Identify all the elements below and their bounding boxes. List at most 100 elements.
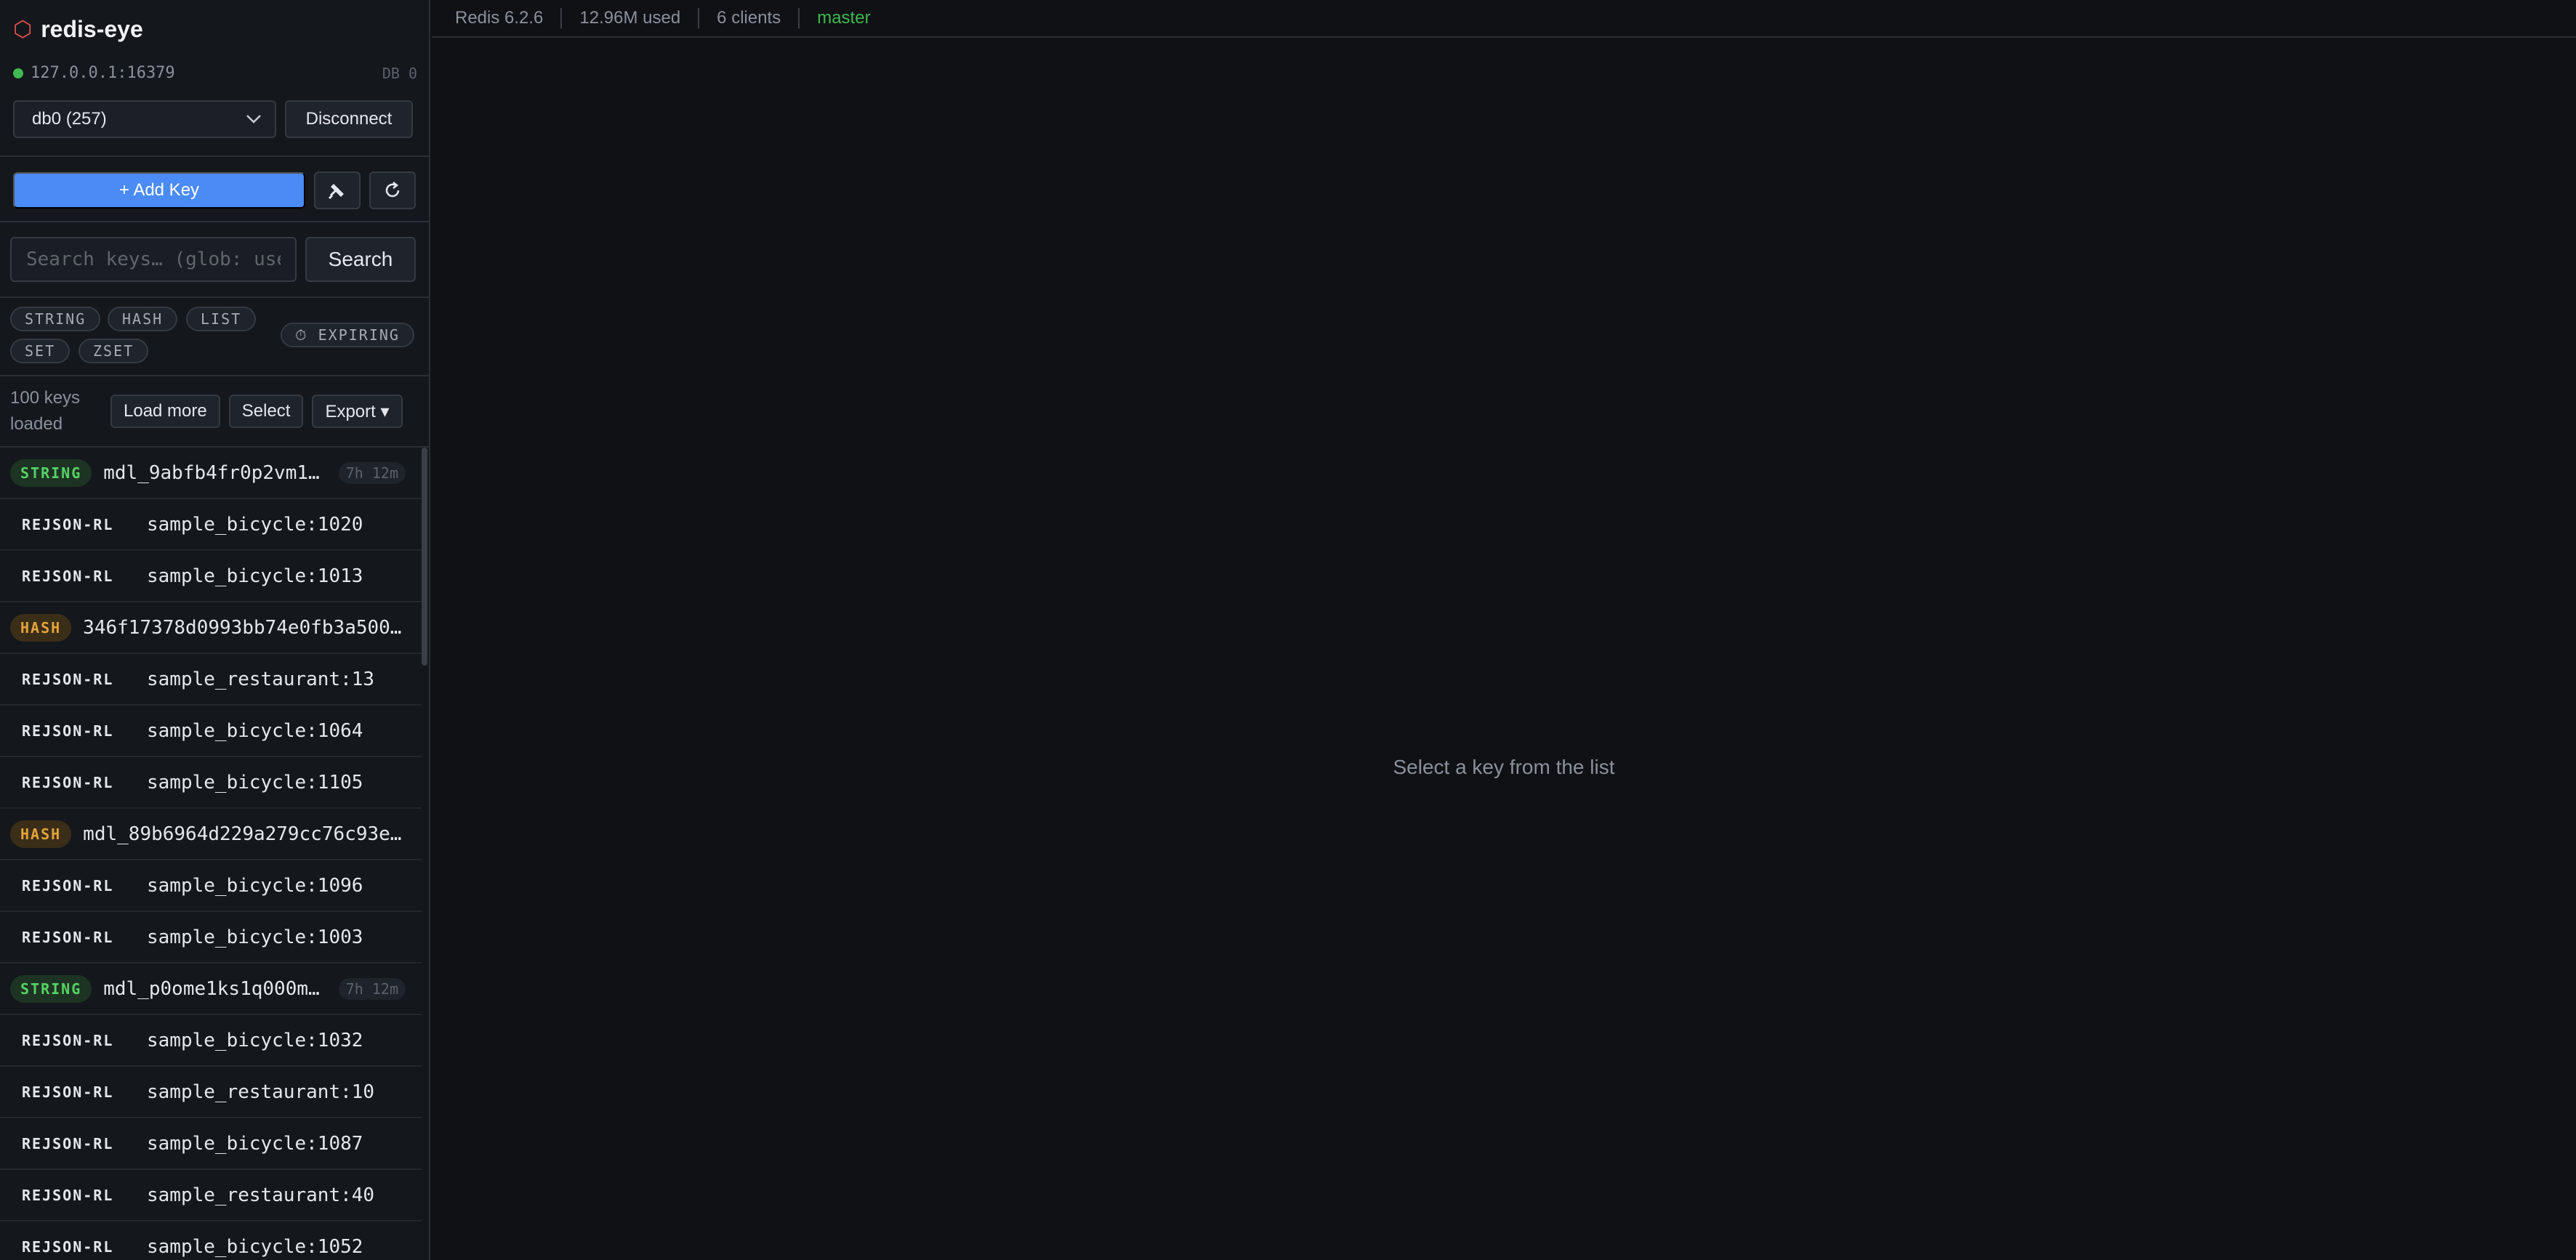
key-list-item[interactable]: REJSON-RL sample_bicycle:1003 [0,912,422,964]
key-list-item[interactable]: REJSON-RL sample_restaurant:10 [0,1067,422,1118]
key-type-badge: REJSON-RL [22,1186,114,1204]
key-name: sample_bicycle:1003 [147,926,363,948]
key-type-badge: REJSON-RL [22,1237,114,1256]
db-select-value: db0 (257) [32,109,107,129]
redis-version: Redis 6.2.6 [455,8,544,28]
divider [0,156,429,157]
divider [0,221,429,222]
search-input[interactable] [10,237,297,282]
key-name: mdl_89b6964d229a279cc76c93e… [83,823,402,845]
key-list-item[interactable]: HASH mdl_89b6964d229a279cc76c93e… [0,809,422,860]
key-name: sample_bicycle:1087 [147,1132,363,1155]
key-name: mdl_9abfb4fr0p2vm1… [103,461,320,484]
divider [0,375,429,376]
key-list-item[interactable]: REJSON-RL sample_bicycle:1020 [0,499,422,551]
client-count: 6 clients [717,8,781,28]
key-list-item[interactable]: STRING mdl_9abfb4fr0p2vm1… 7h 12m [0,448,422,499]
key-list-item[interactable]: REJSON-RL sample_bicycle:1032 [0,1015,422,1067]
key-list-item[interactable]: REJSON-RL sample_bicycle:1096 [0,860,422,912]
key-list-item[interactable]: REJSON-RL sample_restaurant:13 [0,654,422,706]
key-type-badge: REJSON-RL [22,670,114,688]
key-list-item[interactable]: REJSON-RL sample_bicycle:1064 [0,706,422,757]
key-name: sample_bicycle:1064 [147,719,363,742]
brand: ⬡ redis-eye [13,16,143,43]
key-count-line2: loaded [10,414,63,434]
connection-address: 127.0.0.1:16379 [31,64,175,82]
key-list: STRING mdl_9abfb4fr0p2vm1… 7h 12m REJSON-RL… [0,448,422,1260]
key-type-badge: HASH [10,613,72,642]
key-list-item[interactable]: REJSON-RL sample_restaurant:40 [0,1170,422,1221]
key-type-badge: HASH [10,820,72,848]
key-list-item[interactable]: STRING mdl_p0ome1ks1q000m… 7h 12m [0,964,422,1015]
key-type-badge: REJSON-RL [22,1083,114,1101]
key-name: sample_bicycle:1096 [147,874,363,897]
filter-chip-expiring[interactable]: ⏱ EXPIRING [281,323,414,347]
search-button[interactable]: Search [305,237,416,282]
list-header: 100 keys loaded Load more Select Export … [10,385,417,437]
key-type-badge: REJSON-RL [22,722,114,740]
key-list-item[interactable]: HASH 346f17378d0993bb74e0fb3a500… [0,602,422,654]
refresh-button[interactable] [369,171,416,209]
key-name: sample_bicycle:1020 [147,513,363,536]
load-more-button[interactable]: Load more [110,395,220,428]
key-type-badge: STRING [10,974,92,1003]
key-name: sample_restaurant:13 [147,668,375,690]
hexagon-icon: ⬡ [13,17,33,41]
filter-chip-zset[interactable]: ZSET [79,339,149,363]
key-type-badge: REJSON-RL [22,567,114,585]
key-type-badge: REJSON-RL [22,1031,114,1049]
memory-used: 12.96M used [579,8,681,28]
connection-db: DB 0 [382,64,417,82]
search-row: Search [10,237,417,282]
broadcast-button[interactable] [314,171,361,209]
filter-chip-set[interactable]: SET [10,339,71,363]
empty-state: Select a key from the list [1393,756,1615,778]
key-name: sample_bicycle:1013 [147,565,363,587]
key-name: 346f17378d0993bb74e0fb3a500… [83,616,402,639]
filter-chip-hash[interactable]: HASH [108,307,178,331]
key-name: sample_restaurant:40 [147,1184,375,1206]
status-bar: Redis 6.2.6 12.96M used 6 clients master [432,0,2576,38]
key-list-scrollbar[interactable] [422,448,427,666]
key-count-line1: 100 keys [10,388,81,408]
refresh-icon [385,182,400,198]
connection-info: 127.0.0.1:16379 DB 0 [13,64,417,82]
separator [560,8,563,28]
key-name: sample_restaurant:10 [147,1081,375,1103]
divider [0,296,429,298]
actions-row: + Add Key [13,171,417,209]
key-name: sample_bicycle:1105 [147,771,363,793]
filter-chip-string[interactable]: STRING [10,307,101,331]
separator [698,8,700,28]
key-type-badge: REJSON-RL [22,876,114,894]
disconnect-button[interactable]: Disconnect [285,100,413,138]
key-type-badge: REJSON-RL [22,515,114,533]
key-name: sample_bicycle:1052 [147,1235,363,1258]
select-button[interactable]: Select [228,395,304,428]
server-role: master [817,8,871,28]
status-dot-icon [13,68,23,78]
separator [798,8,800,28]
add-key-button[interactable]: + Add Key [13,172,305,209]
key-type-badge: REJSON-RL [22,1134,114,1152]
sidebar: ⬡ redis-eye 127.0.0.1:16379 DB 0 db0 (25… [0,0,430,1260]
satellite-icon [328,184,344,200]
key-name: mdl_p0ome1ks1q000m… [103,977,320,1000]
filter-chip-list[interactable]: LIST [186,307,257,331]
export-button[interactable]: Export ▾ [312,395,403,428]
key-name: sample_bicycle:1032 [147,1029,363,1051]
key-list-item[interactable]: REJSON-RL sample_bicycle:1087 [0,1118,422,1170]
key-ttl: 7h 12m [338,977,406,1000]
key-ttl: 7h 12m [338,461,406,484]
key-type-badge: REJSON-RL [22,773,114,791]
chevron-down-icon [246,115,261,124]
key-type-badge: STRING [10,459,92,487]
key-count: 100 keys loaded [10,385,105,437]
key-type-badge: REJSON-RL [22,928,114,946]
app-title: redis-eye [41,16,143,42]
key-list-item[interactable]: REJSON-RL sample_bicycle:1013 [0,551,422,602]
key-list-item[interactable]: REJSON-RL sample_bicycle:1052 [0,1221,422,1260]
db-select[interactable]: db0 (257) [13,100,276,138]
key-list-item[interactable]: REJSON-RL sample_bicycle:1105 [0,757,422,809]
db-row: db0 (257) Disconnect [13,100,417,138]
